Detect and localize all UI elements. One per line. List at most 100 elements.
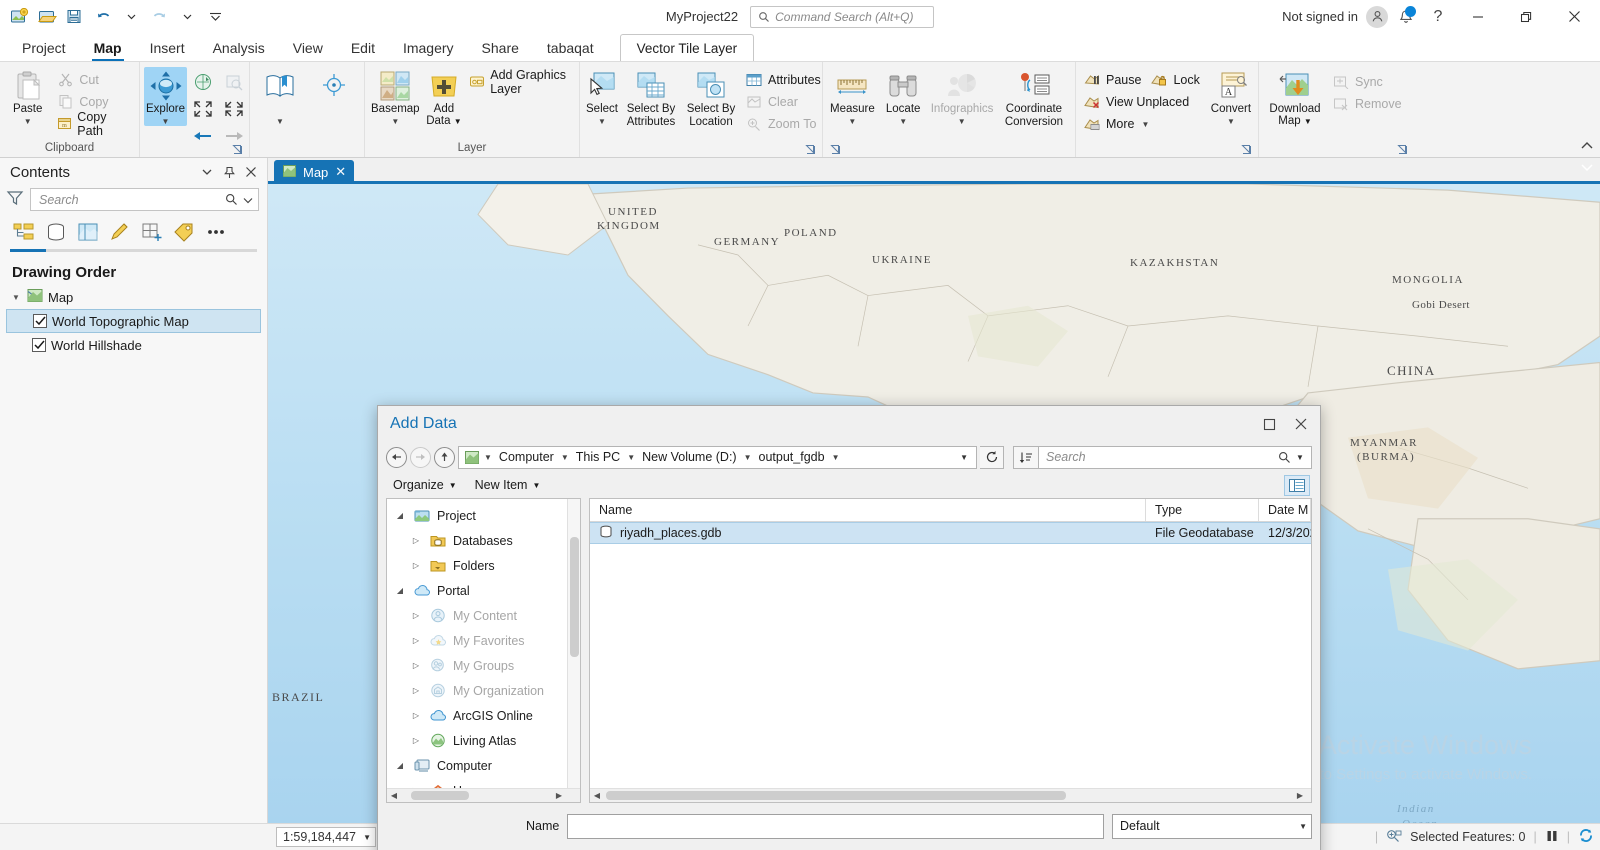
expand-triangle-icon[interactable]: ▷	[409, 736, 423, 745]
offline-dialog-launcher[interactable]	[1396, 144, 1408, 156]
scroll-right-arrow-icon[interactable]: ▶	[1293, 791, 1307, 800]
expand-triangle-icon[interactable]: ▷	[409, 661, 423, 670]
fixed-zoom-out-button[interactable]	[220, 96, 248, 122]
new-project-icon[interactable]	[6, 4, 32, 30]
save-project-icon[interactable]	[62, 4, 88, 30]
tree-hscroll-thumb[interactable]	[411, 791, 469, 800]
breadcrumb-chevron-icon[interactable]: ▼	[625, 453, 637, 462]
more-options-icon[interactable]	[202, 219, 230, 245]
inquiry-dialog-launcher[interactable]	[829, 144, 841, 156]
zoom-to-selection-button[interactable]: Zoom To	[742, 113, 827, 134]
list-by-editing-icon[interactable]	[106, 219, 134, 245]
remove-offline-button[interactable]: Remove	[1329, 93, 1408, 114]
zoom-to-bookmark-button[interactable]	[220, 69, 248, 95]
tab-view[interactable]: View	[279, 35, 337, 61]
tree-node-world-topographic-map[interactable]: World Topographic Map	[6, 309, 261, 333]
undo-dropdown-icon[interactable]	[118, 4, 144, 30]
tree-node-world-hillshade[interactable]: World Hillshade	[6, 333, 267, 357]
expand-triangle-icon[interactable]: ◢	[393, 511, 407, 520]
tab-map[interactable]: Map	[80, 35, 136, 61]
dialog-search-input[interactable]: Search ▼	[1039, 445, 1312, 469]
close-button[interactable]	[1552, 1, 1596, 33]
map-tab-close-icon[interactable]: ✕	[335, 164, 346, 180]
list-by-drawing-order-icon[interactable]	[10, 219, 38, 245]
basemap-button[interactable]: Basemap ▼	[369, 67, 422, 126]
layer-visibility-checkbox[interactable]	[33, 314, 47, 328]
table-row[interactable]: riyadh_places.gdb File Geodatabase 12/3/…	[590, 522, 1311, 544]
filter-type-select[interactable]: Default ▼	[1112, 813, 1312, 839]
list-by-labeling-icon[interactable]	[170, 219, 198, 245]
paste-button[interactable]: Paste ▼	[4, 67, 51, 126]
pause-drawing-icon[interactable]	[1545, 829, 1559, 846]
catalog-node-computer[interactable]: ◢ Computer	[387, 753, 580, 778]
breadcrumb-chevron-icon[interactable]: ▼	[559, 453, 571, 462]
list-by-selection-icon[interactable]	[74, 219, 102, 245]
back-button[interactable]	[386, 446, 407, 468]
expand-triangle-icon[interactable]: ▷	[409, 711, 423, 720]
infographics-dropdown-icon[interactable]: ▼	[958, 117, 966, 126]
catalog-node-portal[interactable]: ◢ Portal	[387, 578, 580, 603]
redo-dropdown-icon[interactable]	[174, 4, 200, 30]
tab-edit[interactable]: Edit	[337, 35, 389, 61]
contents-pin-icon[interactable]	[219, 162, 239, 182]
more-labeling-dropdown-icon[interactable]: ▼	[1141, 120, 1149, 129]
select-dropdown-icon[interactable]: ▼	[598, 117, 606, 126]
expand-triangle-icon[interactable]: ▷	[409, 561, 423, 570]
select-by-attributes-button[interactable]: Select By Attributes	[622, 67, 680, 128]
catalog-node-my-content[interactable]: ▷ My Content	[387, 603, 580, 628]
list-horizontal-scrollbar[interactable]: ◀ ▶	[590, 788, 1311, 802]
scroll-right-arrow-icon[interactable]: ▶	[552, 791, 566, 800]
breadcrumb-root-chevron-icon[interactable]: ▼	[482, 453, 494, 462]
catalog-node-my-favorites[interactable]: ▷ My Favorites	[387, 628, 580, 653]
filter-icon[interactable]	[6, 189, 24, 210]
refresh-button[interactable]	[980, 445, 1004, 469]
fixed-zoom-in-button[interactable]	[189, 96, 217, 122]
help-button[interactable]: ?	[1424, 4, 1452, 30]
dialog-close-button[interactable]	[1286, 411, 1316, 437]
expand-triangle-icon[interactable]: ▷	[409, 611, 423, 620]
add-data-button[interactable]: Add Data ▼	[424, 67, 465, 128]
locate-button[interactable]: Locate ▼	[880, 67, 927, 126]
chevron-down-icon[interactable]: ▼	[1299, 822, 1307, 831]
ribbon-collapse-button[interactable]	[1580, 140, 1594, 155]
minimize-button[interactable]	[1456, 1, 1500, 33]
tab-tabaqat[interactable]: tabaqat	[533, 35, 608, 61]
undo-icon[interactable]	[90, 4, 116, 30]
tab-project[interactable]: Project	[8, 35, 80, 61]
catalog-node-databases[interactable]: ▷ Databases	[387, 528, 580, 553]
catalog-node-arcgis-online[interactable]: ▷ ArcGIS Online	[387, 703, 580, 728]
command-search-input[interactable]: Command Search (Alt+Q)	[750, 5, 935, 28]
labeling-dialog-launcher[interactable]	[1240, 144, 1252, 156]
navigate-dialog-launcher[interactable]	[231, 144, 243, 156]
convert-labels-button[interactable]: A Convert ▼	[1208, 67, 1254, 126]
scale-dropdown-icon[interactable]: ▼	[363, 833, 371, 842]
expand-triangle-icon[interactable]: ▷	[409, 536, 423, 545]
tree-vertical-scrollbar[interactable]	[567, 499, 580, 788]
basemap-dropdown-icon[interactable]: ▼	[391, 117, 399, 126]
list-hscroll-thumb[interactable]	[606, 791, 1066, 800]
select-by-location-button[interactable]: Select By Location	[682, 67, 740, 128]
breadcrumb-root-icon[interactable]	[462, 448, 482, 467]
breadcrumb-chevron-icon[interactable]: ▼	[742, 453, 754, 462]
catalog-node-folders[interactable]: ▷ Folders	[387, 553, 580, 578]
convert-labels-dropdown-icon[interactable]: ▼	[1227, 117, 1235, 126]
full-extent-button[interactable]	[189, 69, 217, 95]
scroll-left-arrow-icon[interactable]: ◀	[590, 791, 604, 800]
scroll-left-arrow-icon[interactable]: ◀	[387, 791, 401, 800]
measure-dropdown-icon[interactable]: ▼	[848, 117, 856, 126]
clear-selection-button[interactable]: Clear	[742, 91, 827, 112]
view-unplaced-button[interactable]: View Unplaced	[1080, 91, 1206, 112]
tab-insert[interactable]: Insert	[136, 35, 199, 61]
tree-horizontal-scrollbar[interactable]: ◀ ▶	[387, 788, 580, 802]
bookmarks-dropdown-icon[interactable]: ▼	[276, 117, 284, 126]
sync-button[interactable]: Sync	[1329, 71, 1408, 92]
breadcrumb-chevron-icon[interactable]: ▼	[830, 453, 842, 462]
restore-button[interactable]	[1504, 1, 1548, 33]
refresh-map-icon[interactable]	[1578, 828, 1594, 846]
forward-button[interactable]	[410, 446, 431, 468]
catalog-node-living-atlas[interactable]: ▷ Living Atlas	[387, 728, 580, 753]
attributes-button[interactable]: Attributes	[742, 69, 827, 90]
explore-button[interactable]: Explore ▼	[144, 67, 187, 126]
tab-share[interactable]: Share	[468, 35, 533, 61]
expand-triangle-icon[interactable]: ◢	[393, 586, 407, 595]
